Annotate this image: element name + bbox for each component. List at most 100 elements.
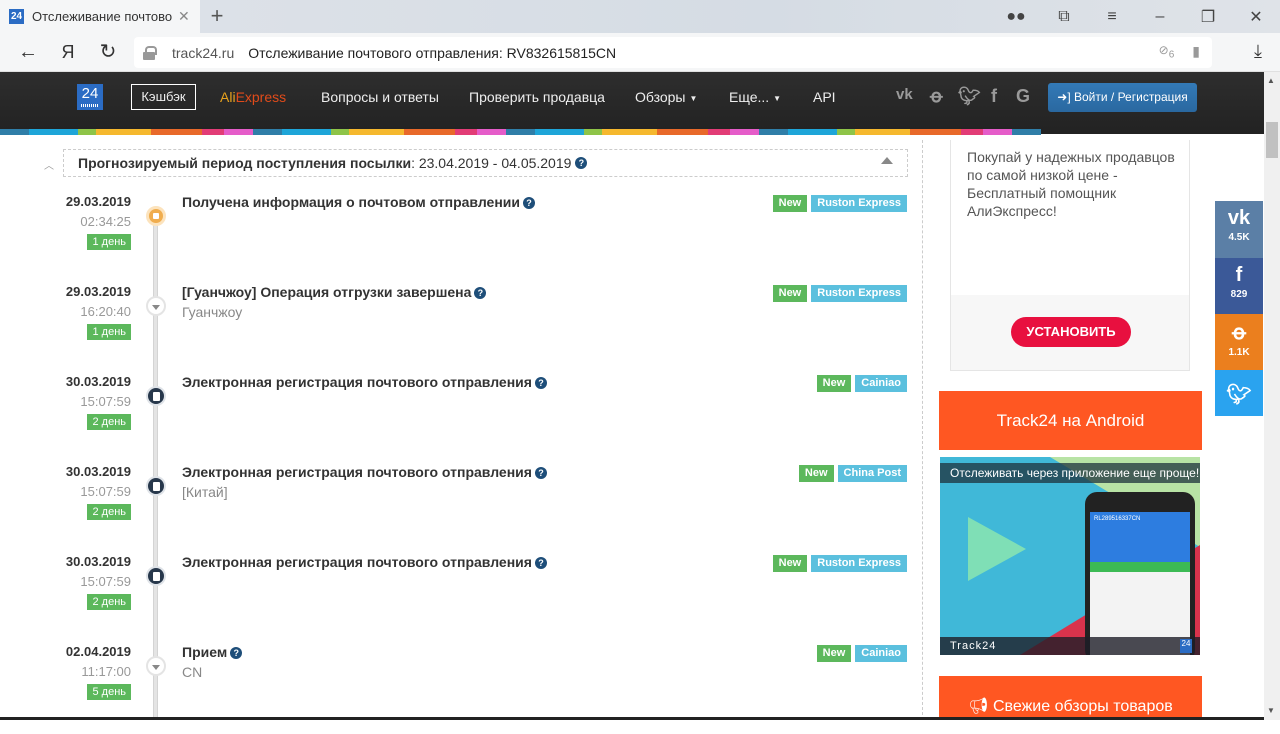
promo-caption: Отслеживать через приложение еще проще! <box>940 463 1200 483</box>
event-title-text: Электронная регистрация почтового отправ… <box>182 554 532 570</box>
event-title-text: Электронная регистрация почтового отправ… <box>182 374 532 390</box>
fresh-reviews-banner[interactable]: 📢︎ Свежие обзоры товаров <box>939 676 1202 720</box>
nav-aliexpress[interactable]: AliExpress <box>220 89 286 105</box>
event-date: 02.04.2019 <box>65 644 131 659</box>
event-title: [Гуанчжоу] Операция отгрузки завершена? <box>182 284 487 300</box>
expand-chevron-icon[interactable] <box>146 296 166 316</box>
document-icon <box>146 566 166 586</box>
new-status-badge: New <box>816 645 852 662</box>
scroll-down-arrow-icon[interactable]: ▼ <box>1267 706 1275 715</box>
incognito-glasses-icon[interactable]: ●● <box>992 8 1040 26</box>
caret-down-icon: ▼ <box>689 93 698 103</box>
login-register-button[interactable]: ➜] Войти / Регистрация <box>1048 83 1197 112</box>
nav-faq[interactable]: Вопросы и ответы <box>321 89 439 105</box>
tab-title: Отслеживание почтово <box>32 9 172 24</box>
help-icon[interactable]: ? <box>474 287 487 300</box>
site-logo[interactable]: 24 <box>77 84 103 110</box>
collapse-caret-icon[interactable]: ︿ <box>44 157 54 172</box>
color-strip <box>0 129 1264 135</box>
document-icon <box>146 386 166 406</box>
android-app-banner[interactable]: Track24 на Android <box>939 391 1202 450</box>
favicon-icon: 24 <box>9 9 24 24</box>
event-date: 30.03.2019 <box>65 374 131 389</box>
event-date: 29.03.2019 <box>65 284 131 299</box>
facebook-icon[interactable]: f <box>991 86 997 107</box>
help-icon[interactable]: ? <box>534 377 547 390</box>
forecast-period-panel[interactable]: Прогнозируемый период поступления посылк… <box>63 149 908 177</box>
event-date: 30.03.2019 <box>65 554 131 569</box>
scroll-up-arrow-icon[interactable]: ▲ <box>1267 76 1275 85</box>
new-status-badge: New <box>772 555 808 572</box>
help-icon[interactable]: ? <box>523 197 536 210</box>
url-domain: track24.ru <box>172 44 235 61</box>
megaphone-icon: 📢︎ <box>968 698 989 715</box>
yandex-button[interactable]: Я <box>56 41 80 63</box>
menu-icon[interactable]: ≡ <box>1088 8 1136 26</box>
nav-reviews[interactable]: Обзоры ▼ <box>635 89 697 105</box>
help-icon[interactable]: ? <box>575 157 588 169</box>
download-icon[interactable]: ⤓ <box>1254 41 1262 62</box>
bookmarks-icon[interactable]: ⧉ <box>1040 8 1088 26</box>
expand-chevron-icon[interactable] <box>146 656 166 676</box>
vk-share-count: 4.5K <box>1228 232 1250 243</box>
install-button[interactable]: УСТАНОВИТЬ <box>1011 317 1131 347</box>
share-vk-button[interactable]: vk 4.5K <box>1215 201 1263 258</box>
timeline-event: 29.03.2019 02:34:25 1 день Получена информа… <box>0 194 920 284</box>
odnoklassniki-icon[interactable]: ꝋ <box>930 86 943 107</box>
minimize-button[interactable]: – <box>1136 8 1184 26</box>
ad-text: Покупай у надежных продавцов по самой ни… <box>967 149 1175 219</box>
event-location: Гуанчжоу <box>182 304 243 320</box>
google-icon[interactable]: G <box>1016 86 1030 107</box>
phone-screen: RL289516337CN <box>1090 512 1190 655</box>
nav-check-seller[interactable]: Проверить продавца <box>469 89 605 105</box>
forecast-label: Прогнозируемый период поступления посылк… <box>78 155 412 171</box>
help-icon[interactable]: ? <box>230 647 243 660</box>
address-bar-row: ← Я ↻ track24.ru Отслеживание почтового … <box>0 33 1280 72</box>
scrollbar-thumb[interactable] <box>1266 122 1278 158</box>
collapse-triangle-icon[interactable] <box>881 157 893 164</box>
promo-logo: 24 <box>1180 639 1192 653</box>
timeline-event: 30.03.2019 15:07:59 2 день Электронная реги… <box>0 554 920 644</box>
event-day-badge: 2 день <box>87 414 131 430</box>
close-tab-icon[interactable]: ✕ <box>178 8 190 25</box>
login-label: Войти / Регистрация <box>1074 90 1188 104</box>
nav-api[interactable]: API <box>813 89 836 105</box>
android-promo-image[interactable]: Отслеживать через приложение еще проще! … <box>940 457 1200 655</box>
aliexpress-assistant-ad: Покупай у надежных продавцов по самой ни… <box>950 140 1190 371</box>
twitter-icon: 🐦︎ <box>1226 384 1252 406</box>
carrier-badge: Cainiao <box>855 375 907 392</box>
share-odnoklassniki-button[interactable]: ꝋ 1.1K <box>1215 314 1263 370</box>
close-window-button[interactable]: ✕ <box>1232 7 1280 27</box>
back-button[interactable]: ← <box>16 41 40 63</box>
bookmark-icon[interactable]: ▮ <box>1192 43 1200 60</box>
event-day-badge: 5 день <box>87 684 131 700</box>
nav-more[interactable]: Еще... ▼ <box>729 89 781 105</box>
event-title-text: Электронная регистрация почтового отправ… <box>182 464 532 480</box>
reload-button[interactable]: ↻ <box>96 41 120 63</box>
event-badges: New Ruston Express <box>772 285 907 302</box>
share-twitter-button[interactable]: 🐦︎ <box>1215 370 1263 416</box>
event-title-text: Получена информация о почтовом отправлен… <box>182 194 521 210</box>
facebook-share-count: 829 <box>1230 289 1248 300</box>
share-facebook-button[interactable]: f 829 <box>1215 258 1263 314</box>
twitter-icon[interactable]: 🐦︎ <box>958 86 981 107</box>
new-tab-button[interactable]: + <box>205 4 229 28</box>
restore-button[interactable]: ❐ <box>1184 7 1232 27</box>
help-icon[interactable]: ? <box>534 467 547 480</box>
page-scrollbar[interactable] <box>1264 72 1280 720</box>
vk-icon[interactable]: vk <box>896 86 913 103</box>
browser-tab[interactable]: 24 Отслеживание почтово ✕ <box>0 0 200 33</box>
event-time: 16:20:40 <box>80 304 131 319</box>
event-title: Электронная регистрация почтового отправ… <box>182 374 547 390</box>
event-badges: New Cainiao <box>816 645 907 662</box>
url-field[interactable]: track24.ru Отслеживание почтового отправ… <box>134 37 1212 68</box>
phone-mockup: RL289516337CN <box>1085 492 1195 655</box>
barcode-icon <box>81 104 99 107</box>
help-icon[interactable]: ? <box>534 557 547 570</box>
blocked-ads-icon[interactable]: ⊘6 <box>1159 43 1175 60</box>
aliexpress-prefix: Ali <box>220 89 236 105</box>
event-title: Электронная регистрация почтового отправ… <box>182 554 547 570</box>
lock-icon[interactable] <box>142 45 157 60</box>
event-time: 02:34:25 <box>80 214 131 229</box>
cashback-button[interactable]: Кэшбэк <box>131 84 196 110</box>
